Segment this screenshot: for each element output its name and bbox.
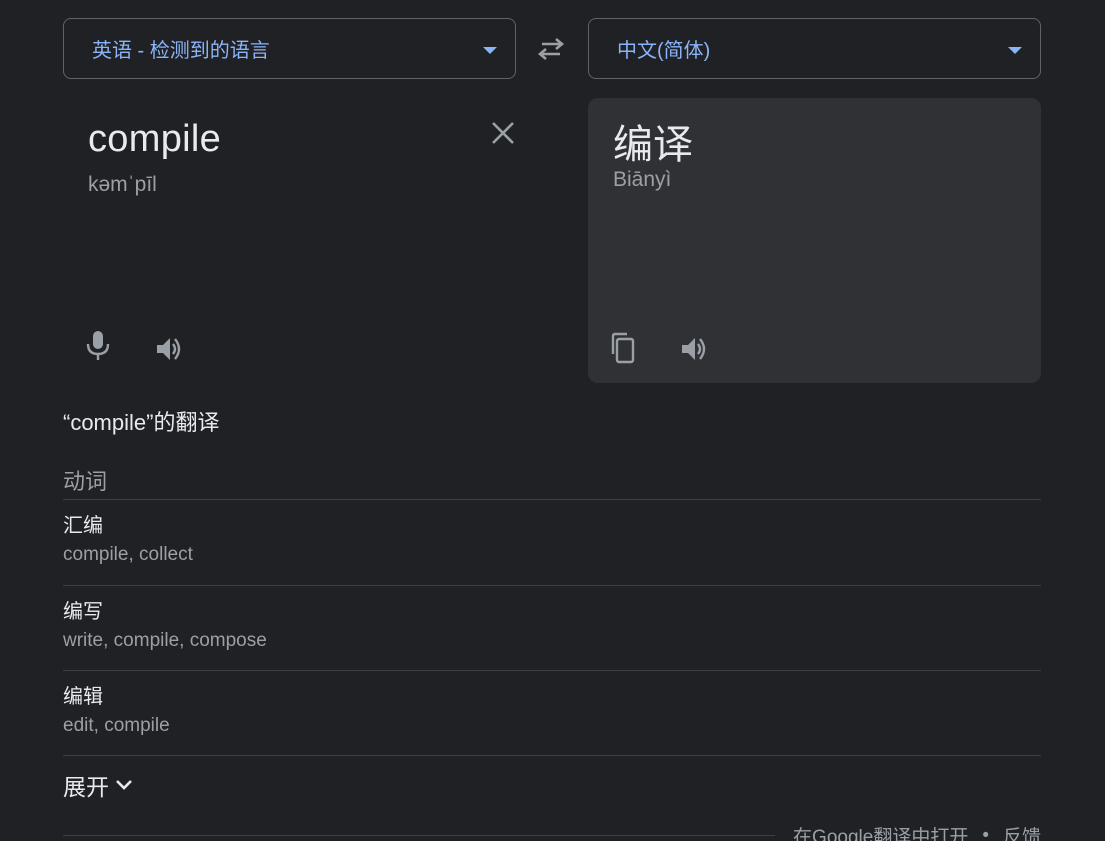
translation-entry[interactable]: 编写 write, compile, compose <box>63 599 1041 653</box>
footer-separator: • <box>982 824 989 841</box>
target-language-label: 中文(简体) <box>617 40 711 62</box>
copy-icon <box>611 332 635 364</box>
translations-heading: “compile”的翻译 <box>63 410 220 435</box>
divider <box>63 670 1041 671</box>
speaker-icon <box>682 338 706 360</box>
copy-translation-button[interactable] <box>602 328 642 368</box>
expand-button[interactable]: 展开 <box>63 768 133 802</box>
speaker-icon <box>157 338 181 360</box>
clear-button[interactable] <box>483 113 523 153</box>
footer-divider <box>63 835 775 836</box>
expand-label: 展开 <box>63 774 109 800</box>
swap-languages-button[interactable] <box>532 34 570 64</box>
listen-translation-button[interactable] <box>674 329 714 369</box>
source-language-select[interactable]: 英语 - 检测到的语言 <box>63 18 516 79</box>
divider <box>63 755 1041 756</box>
swap-icon <box>537 38 565 60</box>
source-phonetic: kəmˈpīl <box>88 173 157 196</box>
open-in-translate-link[interactable]: 在Google翻译中打开 <box>793 822 968 841</box>
source-panel: compile kəmˈpīl <box>63 98 533 383</box>
caret-down-icon <box>483 47 497 54</box>
footer: 在Google翻译中打开 • 反馈 <box>793 822 1041 841</box>
mic-icon <box>86 331 110 360</box>
source-text[interactable]: compile <box>88 118 221 161</box>
entry-synonyms: write, compile, compose <box>63 630 267 651</box>
target-language-select[interactable]: 中文(简体) <box>588 18 1041 79</box>
listen-source-button[interactable] <box>149 329 189 369</box>
voice-input-button[interactable] <box>78 326 118 366</box>
entry-term: 编辑 <box>63 686 103 708</box>
feedback-link[interactable]: 反馈 <box>1003 822 1041 841</box>
translation-entry[interactable]: 编辑 edit, compile <box>63 684 1041 738</box>
translate-widget: 英语 - 检测到的语言 中文(简体) compile kəmˈpīl 编译 Bi… <box>0 0 1105 841</box>
divider <box>63 585 1041 586</box>
translation-phonetic: Biānyì <box>613 168 672 191</box>
translation-entry[interactable]: 汇编 compile, collect <box>63 513 1041 567</box>
part-of-speech-label: 动词 <box>63 469 108 494</box>
entry-term: 编写 <box>63 601 103 623</box>
divider <box>63 499 1041 500</box>
entry-synonyms: edit, compile <box>63 715 170 736</box>
entry-synonyms: compile, collect <box>63 544 193 565</box>
chevron-down-icon <box>116 780 132 790</box>
caret-down-icon <box>1008 47 1022 54</box>
entry-term: 汇编 <box>63 515 103 537</box>
source-language-label: 英语 - 检测到的语言 <box>92 40 270 62</box>
close-icon <box>492 122 514 144</box>
translation-panel: 编译 Biānyì <box>588 98 1041 383</box>
translation-text: 编译 <box>613 123 693 167</box>
